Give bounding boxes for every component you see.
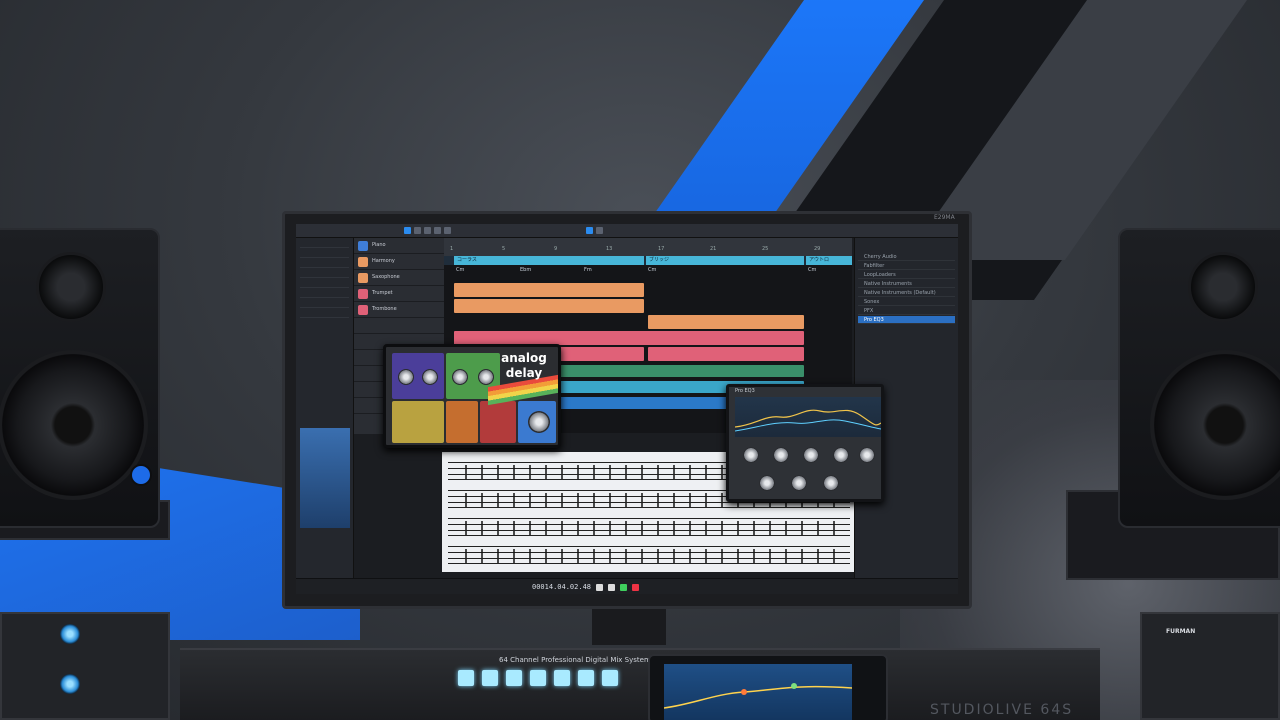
left-rack-unit	[0, 612, 170, 720]
eq-spectrum-display[interactable]	[735, 397, 881, 437]
quantize-icon[interactable]	[596, 227, 603, 234]
console-label: 64 Channel Professional Digital Mix Syst…	[499, 656, 651, 664]
eq-band-knob[interactable]	[859, 447, 875, 463]
eq-band-knob[interactable]	[803, 447, 819, 463]
dotted-section	[446, 401, 478, 443]
section-chorus[interactable]: コーラス	[454, 256, 644, 265]
audio-clip[interactable]	[454, 331, 804, 345]
blue-indicator-icon	[60, 674, 80, 694]
track-header[interactable]: Saxophone	[354, 270, 444, 286]
timeline-ruler[interactable]: 1 5 9 13 17 21 25 29	[444, 238, 852, 256]
play-icon[interactable]	[620, 584, 627, 591]
color-section	[392, 401, 444, 443]
time-knob[interactable]	[398, 369, 414, 385]
range-tool-icon[interactable]	[414, 227, 421, 234]
rack-brand: FURMAN	[1166, 628, 1196, 635]
lfo-amount-knob[interactable]	[478, 369, 494, 385]
pro-eq-plugin[interactable]: Pro EQ3	[726, 384, 884, 502]
console-display	[663, 664, 853, 720]
channel-button[interactable]	[506, 670, 522, 686]
section-outro[interactable]: アウトロ	[806, 256, 852, 265]
left-woofer	[0, 350, 148, 500]
track-header[interactable]: Trombone	[354, 302, 444, 318]
browser-item[interactable]: Fabfilter	[858, 262, 955, 270]
audio-clip[interactable]	[648, 347, 804, 361]
eq-gain-knob[interactable]	[823, 475, 839, 491]
channel-button[interactable]	[578, 670, 594, 686]
eq-gain-knob[interactable]	[759, 475, 775, 491]
left-studio-monitor	[0, 228, 160, 528]
time-display: 00014.04.02.48	[532, 583, 592, 591]
browser-item[interactable]: Cherry Audio	[858, 253, 955, 261]
right-woofer	[1150, 350, 1280, 500]
browser-item-selected[interactable]: Pro EQ3	[858, 316, 955, 324]
track-header[interactable]: Trumpet	[354, 286, 444, 302]
channel-button[interactable]	[458, 670, 474, 686]
track-header[interactable]: Piano	[354, 238, 444, 254]
browser-item[interactable]: LoopLoaders	[858, 271, 955, 279]
monitor-brand: E29MA	[934, 214, 955, 221]
browser-item[interactable]: PFX	[858, 307, 955, 315]
right-studio-monitor	[1118, 228, 1280, 528]
snap-toggle-icon[interactable]	[586, 227, 593, 234]
audio-clip[interactable]	[454, 283, 644, 297]
browser-item[interactable]: Native Instruments (Default)	[858, 289, 955, 297]
browser-item[interactable]: Native Instruments	[858, 280, 955, 288]
mix-knob[interactable]	[528, 411, 550, 433]
right-rack-unit	[1140, 612, 1280, 720]
eq-band-knob[interactable]	[833, 447, 849, 463]
console-model: STUDIOLIVE 64S	[930, 702, 1074, 718]
erase-tool-icon[interactable]	[434, 227, 441, 234]
blue-indicator-icon	[60, 624, 80, 644]
channel-fader-strip[interactable]	[300, 428, 350, 528]
inspector-panel	[296, 238, 354, 578]
audio-clip[interactable]	[648, 315, 804, 329]
rewind-icon[interactable]	[596, 584, 603, 591]
channel-button[interactable]	[482, 670, 498, 686]
track-header[interactable]: Harmony	[354, 254, 444, 270]
pro-eq-title: Pro EQ3	[735, 388, 755, 394]
studio-scene: E29MA Piano Harmony Saxophone Trumpet Tr…	[0, 0, 1280, 720]
eq-gain-knob[interactable]	[791, 475, 807, 491]
arranger-sections: コーラス ブリッジ アウトロ	[444, 256, 852, 265]
monitor-stand	[592, 609, 666, 645]
stop-icon[interactable]	[608, 584, 615, 591]
transport-bar: 00014.04.02.48	[296, 578, 958, 594]
split-tool-icon[interactable]	[424, 227, 431, 234]
eq-curve	[735, 409, 881, 432]
plugin-logo: analog delay	[501, 351, 547, 380]
audio-clip[interactable]	[454, 299, 644, 313]
channel-button[interactable]	[530, 670, 546, 686]
arrow-tool-icon[interactable]	[404, 227, 411, 234]
speaker-logo-icon	[130, 464, 152, 486]
feedback-knob[interactable]	[422, 369, 438, 385]
section-bridge[interactable]: ブリッジ	[646, 256, 804, 265]
left-tweeter	[36, 252, 106, 322]
right-tweeter	[1188, 252, 1258, 322]
eq-band-knob[interactable]	[773, 447, 789, 463]
paint-tool-icon[interactable]	[444, 227, 451, 234]
daw-toolbar	[296, 224, 958, 238]
analog-delay-plugin[interactable]: analog delay	[383, 344, 561, 448]
sweep-section	[480, 401, 516, 443]
channel-button[interactable]	[602, 670, 618, 686]
record-icon[interactable]	[632, 584, 639, 591]
browser-item[interactable]: Sonex	[858, 298, 955, 306]
lfo-speed-knob[interactable]	[452, 369, 468, 385]
eq-band-knob[interactable]	[743, 447, 759, 463]
channel-button[interactable]	[554, 670, 570, 686]
